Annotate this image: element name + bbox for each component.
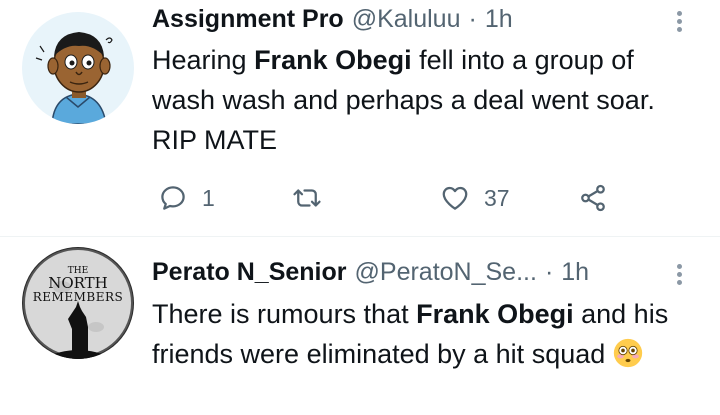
more-vertical-icon[interactable] xyxy=(674,8,684,38)
author-name[interactable]: Assignment Pro xyxy=(152,5,344,34)
author-name[interactable]: Perato N_Senior xyxy=(152,258,347,287)
cartoon-boy-avatar-icon xyxy=(22,12,134,124)
author-handle[interactable]: @PeratoN_Se... xyxy=(355,258,537,287)
tweet-actions: 1 37 xyxy=(150,178,620,218)
tweet-timestamp[interactable]: 1h xyxy=(485,5,513,34)
tweet-timestamp[interactable]: 1h xyxy=(561,258,589,287)
avatar-perato[interactable]: THE NORTH REMEMBERS xyxy=(22,247,134,359)
tweet-1[interactable]: Assignment Pro @Kaluluu · 1h Hearing Fra… xyxy=(0,0,720,236)
text-segment: Hearing xyxy=(152,45,255,75)
share-button[interactable] xyxy=(578,178,608,218)
separator-dot: · xyxy=(468,5,477,33)
more-vertical-icon[interactable] xyxy=(674,261,684,291)
flushed-face-emoji xyxy=(613,338,642,368)
tweet-header: Assignment Pro @Kaluluu · 1h xyxy=(152,5,513,35)
reply-button[interactable]: 1 xyxy=(158,178,215,218)
author-handle[interactable]: @Kaluluu xyxy=(352,5,461,34)
tweet-text: There is rumours that Frank Obegi and hi… xyxy=(152,294,702,374)
share-icon xyxy=(581,184,605,212)
avatar-assignment-pro[interactable] xyxy=(22,12,134,124)
like-button[interactable]: 37 xyxy=(440,178,510,218)
avatar-caption-remembers: REMEMBERS xyxy=(32,290,124,304)
text-segment: There is rumours that xyxy=(152,299,417,329)
text-bold-name: Frank Obegi xyxy=(254,45,412,75)
retweet-icon xyxy=(293,189,321,207)
like-count: 37 xyxy=(484,184,510,211)
heart-icon xyxy=(442,186,468,210)
tweet-header: Perato N_Senior @PeratoN_Se... · 1h xyxy=(152,258,589,288)
reply-icon xyxy=(161,186,185,210)
avatar-caption-north: NORTH xyxy=(48,274,108,292)
separator-dot: · xyxy=(544,258,554,286)
retweet-button[interactable] xyxy=(292,178,336,218)
text-bold-name: Frank Obegi xyxy=(416,299,574,329)
tweet-text: Hearing Frank Obegi fell into a group of… xyxy=(152,40,702,160)
reply-count: 1 xyxy=(202,184,215,211)
avatar-caption: THE NORTH REMEMBERS xyxy=(22,267,134,304)
